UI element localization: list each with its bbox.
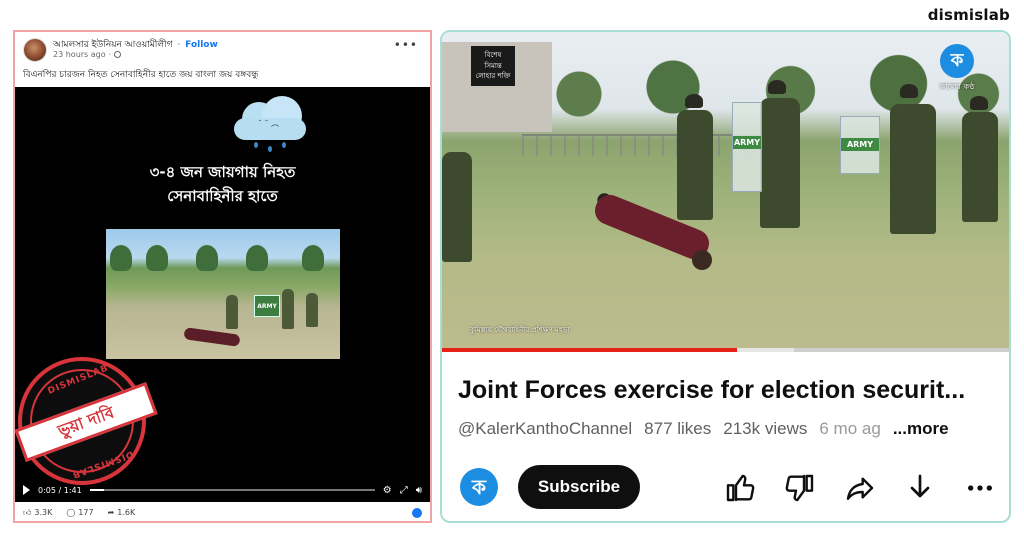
army-shield: ARMY bbox=[840, 116, 880, 174]
play-icon[interactable] bbox=[23, 485, 30, 495]
subscribe-button[interactable]: Subscribe bbox=[518, 465, 640, 509]
kaler-kantho-logo: ক কালের কণ্ঠ bbox=[927, 44, 987, 98]
settings-icon[interactable]: ⚙ bbox=[383, 485, 392, 496]
facebook-post: আমলসার ইউনিয়ন আওয়ামীলীগ · Follow 23 ho… bbox=[13, 30, 432, 523]
video-player[interactable]: ARMY ARMY বিশেষ সিমান্ত লোহার শক্তি ক কা… bbox=[442, 32, 1009, 352]
riot-shield: ARMY bbox=[732, 102, 762, 192]
post-header: আমলসার ইউনিয়ন আওয়ামীলীগ · Follow 23 ho… bbox=[15, 32, 430, 86]
like-count: 877 likes bbox=[644, 419, 712, 438]
fullscreen-icon[interactable]: ⤢ bbox=[400, 485, 408, 496]
fake-claim-stamp: DISMISLAB DISMISLAB ভুয়া দাবি bbox=[15, 357, 158, 485]
comparison-canvas: dismislab আমলসার ইউনিয়ন আওয়ামীলীগ · Fo… bbox=[0, 0, 1024, 554]
dislike-icon[interactable] bbox=[784, 472, 816, 504]
video-scrubber[interactable] bbox=[89, 489, 375, 491]
comment-count: 177 bbox=[78, 508, 94, 517]
share-count: 1.6K bbox=[117, 508, 136, 517]
more-link[interactable]: ...more bbox=[893, 419, 949, 439]
action-bar: ক Subscribe bbox=[442, 462, 1009, 514]
volume-icon[interactable]: 🔊︎ bbox=[416, 485, 422, 496]
globe-icon bbox=[114, 51, 122, 58]
like-icon: 👍︎ bbox=[23, 507, 32, 517]
army-shield: ARMY bbox=[254, 295, 280, 317]
share-icon: ➦ bbox=[107, 508, 115, 517]
brand-logo: dismislab bbox=[927, 6, 1010, 24]
share-icon[interactable] bbox=[844, 472, 876, 504]
comment-button[interactable]: ◯ 177 bbox=[66, 508, 93, 517]
like-count: 3.3K bbox=[34, 508, 53, 517]
post-meta: 23 hours ago · bbox=[53, 50, 122, 59]
overlay-text-line2: সেনাবাহিনীর হাতে bbox=[167, 187, 278, 205]
share-button[interactable]: ➦ 1.6K bbox=[108, 508, 136, 517]
post-timestamp[interactable]: 23 hours ago bbox=[53, 50, 106, 59]
like-icon[interactable] bbox=[724, 472, 756, 504]
download-icon[interactable] bbox=[904, 472, 936, 504]
youtube-video-card: ARMY ARMY বিশেষ সিমান্ত লোহার শক্তি ক কা… bbox=[440, 30, 1011, 523]
more-icon[interactable]: ••• bbox=[394, 38, 418, 52]
channel-avatar[interactable]: ক bbox=[460, 468, 498, 506]
avatar[interactable] bbox=[23, 38, 47, 62]
separator-dot: · bbox=[108, 50, 112, 59]
video-caption-overlay: কুমিল্লায় যৌথবাহিনীর প্রশিক্ষণ মহড়া bbox=[470, 326, 570, 334]
video-frame: ARMY bbox=[106, 229, 340, 359]
overlay-text-line1: ৩-৪ জন জায়গায় নিহত bbox=[149, 163, 296, 181]
view-count: 213k views bbox=[723, 419, 808, 438]
channel-watermark-logo: বিশেষ সিমান্ত লোহার শক্তি bbox=[471, 46, 515, 86]
video-controls: 0:05 / 1:41 ⚙ ⤢ 🔊︎ bbox=[15, 478, 430, 502]
page-name[interactable]: আমলসার ইউনিয়ন আওয়ামীলীগ bbox=[53, 40, 173, 50]
video-meta: @KalerKanthoChannel 877 likes 213k views… bbox=[458, 419, 949, 439]
reaction-bar: 👍︎ 3.3K ◯ 177 ➦ 1.6K bbox=[15, 502, 430, 521]
follow-button[interactable]: Follow bbox=[185, 40, 218, 50]
channel-handle[interactable]: @KalerKanthoChannel bbox=[458, 419, 632, 439]
post-caption: বিএনপির চারজন নিহত সেনাবাহিনীর হাতে জয় … bbox=[23, 70, 259, 80]
comment-icon: ◯ bbox=[66, 508, 76, 517]
rain-cloud-icon: ˘ ˘ ︵ bbox=[228, 92, 308, 152]
upload-age: 6 mo ag bbox=[819, 419, 881, 438]
video-time: 0:05 / 1:41 bbox=[38, 485, 82, 495]
video-title[interactable]: Joint Forces exercise for election secur… bbox=[458, 376, 965, 405]
more-icon[interactable] bbox=[964, 472, 996, 504]
like-button[interactable]: 👍︎ 3.3K bbox=[23, 508, 52, 518]
messenger-icon[interactable] bbox=[412, 507, 422, 518]
video-progress-bar[interactable] bbox=[442, 348, 1009, 352]
separator-dot: · bbox=[177, 40, 181, 50]
person-on-ground bbox=[183, 327, 241, 347]
video-player[interactable]: ˘ ˘ ︵ ৩-৪ জন জায়গায় নিহত সেনাবাহিনীর হ… bbox=[15, 87, 430, 502]
